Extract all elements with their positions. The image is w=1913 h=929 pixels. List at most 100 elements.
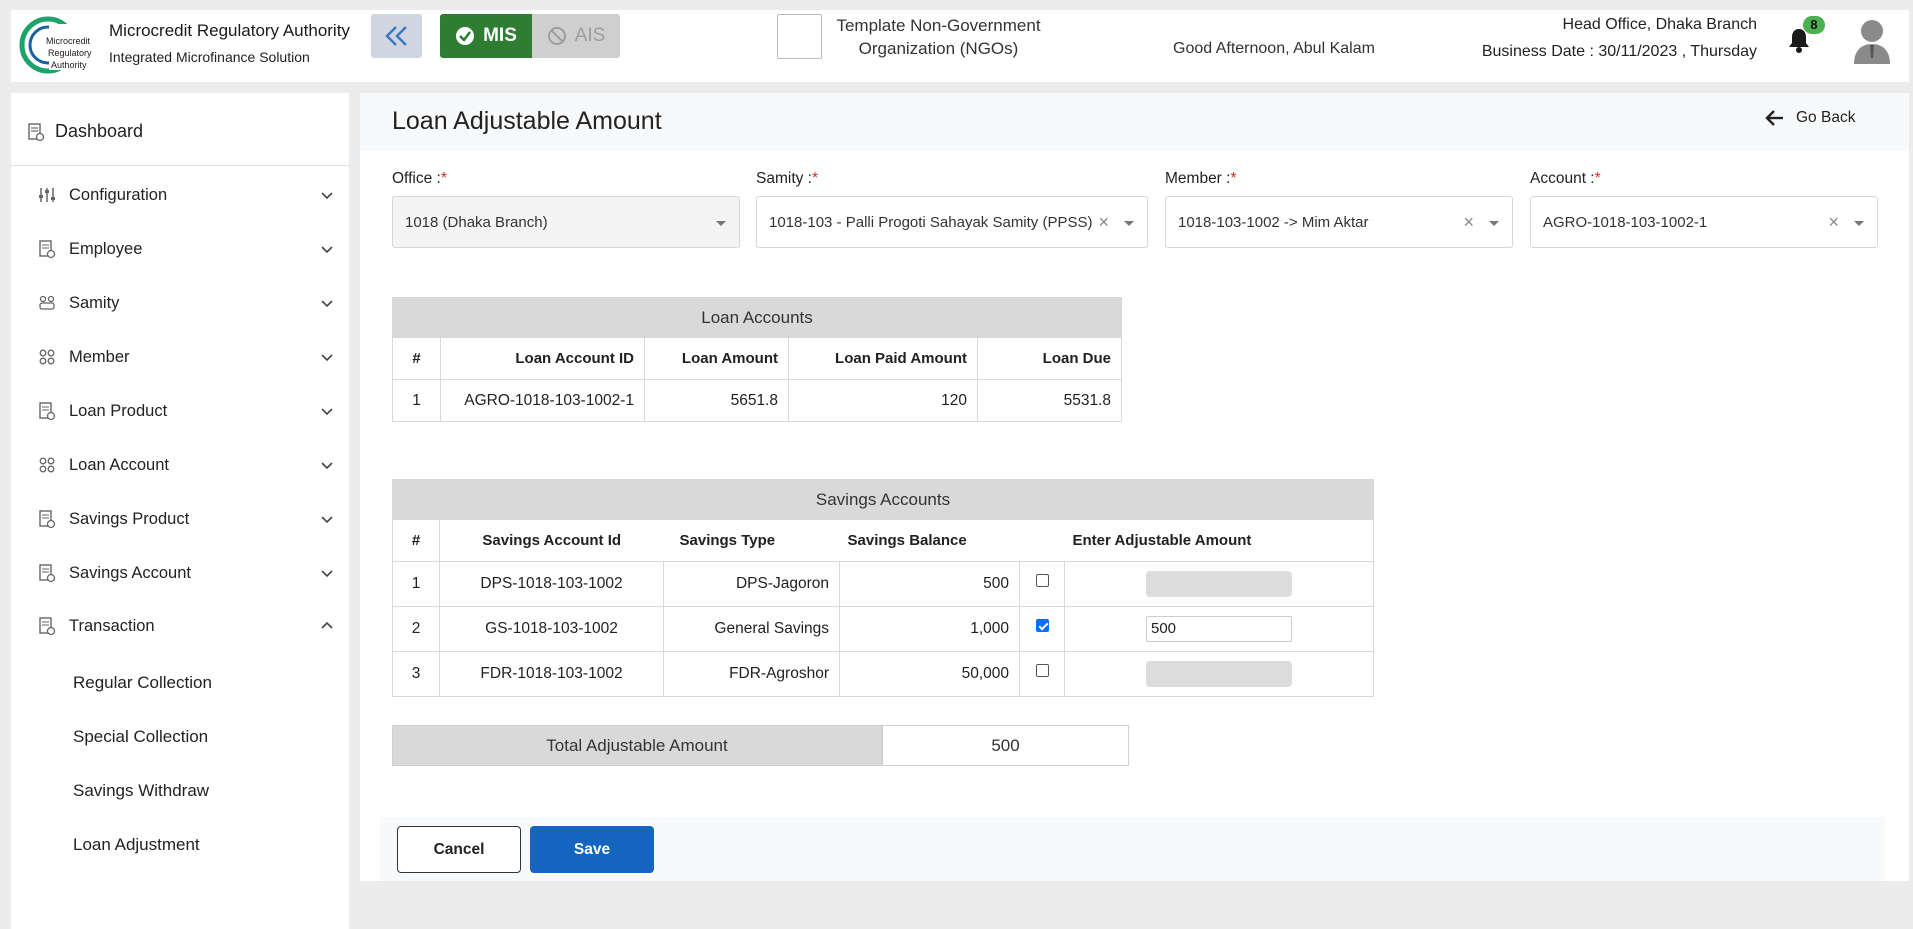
double-chevron-left-icon (384, 26, 407, 46)
sidebar-item-member[interactable]: Member (37, 342, 335, 372)
member-select[interactable]: 1018-103-1002 -> Mim Aktar × (1165, 196, 1513, 248)
sidebar-item-label: Savings Account (69, 563, 191, 582)
table-cell (1019, 561, 1065, 607)
ban-icon (547, 27, 566, 45)
sidebar-item-label: Transaction (69, 616, 155, 635)
samity-select[interactable]: 1018-103 - Palli Progoti Sahayak Samity … (756, 196, 1148, 248)
table-cell: 50,000 (839, 651, 1020, 697)
sidebar-item-samity[interactable]: Samity (37, 288, 335, 318)
collapse-sidebar-button[interactable] (371, 14, 422, 58)
row-checkbox[interactable] (1035, 664, 1049, 678)
sidebar-subitem-loan-adjustment[interactable]: Loan Adjustment (73, 835, 200, 855)
row-checkbox[interactable] (1035, 619, 1049, 633)
samity-value: 1018-103 - Palli Progoti Sahayak Samity … (769, 213, 1093, 231)
sliders-icon (39, 188, 55, 202)
sidebar-item-loan-product[interactable]: Loan Product (37, 396, 335, 426)
document-icon (39, 510, 56, 529)
table-cell: FDR-1018-103-1002 (439, 651, 664, 697)
table-cell: 1 (392, 379, 441, 422)
table-cell: DPS-Jagoron (663, 561, 840, 607)
adjustable-amount-input[interactable] (1146, 571, 1292, 597)
go-back-label: Go Back (1796, 109, 1856, 126)
table-cell: 5651.8 (644, 379, 789, 422)
dashboard-label: Dashboard (55, 121, 144, 141)
sidebar-subitem-special-collection[interactable]: Special Collection (73, 727, 208, 747)
table-row: 1 DPS-1018-103-1002 DPS-Jagoron 500 (392, 561, 1374, 607)
adjustable-amount-input[interactable]: 500 (1146, 616, 1292, 642)
column-header: Savings Type (663, 519, 840, 562)
table-cell: General Savings (663, 606, 840, 652)
caret-down-icon (1489, 221, 1499, 226)
sidebar-item-dashboard[interactable]: Dashboard (27, 121, 143, 142)
clear-icon[interactable]: × (1098, 212, 1109, 233)
sidebar-item-configuration[interactable]: Configuration (37, 180, 335, 210)
account-select[interactable]: AGRO-1018-103-1002-1 × (1530, 196, 1878, 248)
brand-title: Microcredit Regulatory Authority (109, 21, 350, 40)
caret-down-icon (1854, 221, 1864, 226)
total-adjustable-label: Total Adjustable Amount (392, 725, 882, 766)
chevron-down-icon (321, 570, 333, 578)
table-cell (1019, 651, 1065, 697)
sidebar-subitem-savings-withdraw[interactable]: Savings Withdraw (73, 781, 209, 801)
table-cell: 1,000 (839, 606, 1020, 652)
mis-label: MIS (483, 25, 517, 46)
ais-button[interactable]: AIS (532, 14, 620, 58)
total-adjustable-row: Total Adjustable Amount 500 (392, 725, 1129, 766)
account-value: AGRO-1018-103-1002-1 (1543, 213, 1708, 231)
mra-logo: Microcredit Regulatory Authority (19, 16, 92, 74)
clear-icon[interactable]: × (1828, 212, 1839, 233)
sidebar-item-savings-account[interactable]: Savings Account (37, 558, 335, 588)
sidebar-item-loan-account[interactable]: Loan Account (37, 450, 335, 480)
brand-subtitle: Integrated Microfinance Solution (109, 49, 310, 65)
users-icon (39, 349, 55, 365)
total-adjustable-value: 500 (882, 725, 1129, 766)
sidebar-item-label: Configuration (69, 185, 168, 204)
sidebar-subitem-regular-collection[interactable]: Regular Collection (73, 673, 212, 693)
office-select[interactable]: 1018 (Dhaka Branch) (392, 196, 740, 248)
member-value: 1018-103-1002 -> Mim Aktar (1178, 213, 1369, 231)
sidebar-item-label: Employee (69, 239, 143, 258)
savings-accounts-table: Savings Accounts # Savings Account Id Sa… (392, 479, 1374, 697)
mis-button[interactable]: MIS (440, 14, 532, 58)
greeting-text: Good Afternoon, Abul Kalam (1173, 40, 1375, 57)
table-cell (1019, 606, 1065, 652)
user-avatar-icon[interactable] (1852, 18, 1892, 64)
sidebar-item-savings-product[interactable]: Savings Product (37, 504, 335, 534)
table-row: 2 GS-1018-103-1002 General Savings 1,000… (392, 606, 1374, 652)
svg-text:Microcredit: Microcredit (46, 36, 91, 46)
table-cell (1064, 651, 1374, 697)
chevron-down-icon (321, 516, 333, 524)
column-header: Savings Account Id (439, 519, 664, 562)
save-button[interactable]: Save (530, 826, 654, 873)
row-checkbox[interactable] (1035, 574, 1049, 588)
office-name: Head Office, Dhaka Branch (1562, 16, 1757, 33)
table-row: 3 FDR-1018-103-1002 FDR-Agroshor 50,000 (392, 651, 1374, 697)
sidebar-item-transaction[interactable]: Transaction (37, 611, 335, 641)
table-cell: 500 (839, 561, 1020, 607)
document-icon (39, 402, 56, 421)
cancel-button[interactable]: Cancel (397, 826, 521, 873)
table-cell: 3 (392, 651, 440, 697)
member-label: Member :* (1165, 170, 1237, 187)
office-label: Office :* (392, 170, 447, 187)
table-cell: AGRO-1018-103-1002-1 (440, 379, 645, 422)
table-cell: GS-1018-103-1002 (439, 606, 664, 652)
sidebar-item-label: Loan Product (69, 401, 168, 420)
divider (11, 165, 349, 166)
document-icon (39, 564, 56, 583)
sidebar-item-employee[interactable]: Employee (37, 234, 335, 264)
table-cell: 2 (392, 606, 440, 652)
document-icon (39, 617, 56, 636)
chevron-down-icon (321, 408, 333, 416)
sidebar-item-label: Savings Product (69, 509, 190, 528)
go-back-button[interactable]: Go Back (1764, 109, 1855, 127)
account-label: Account :* (1530, 170, 1601, 187)
sidebar: Dashboard Configuration Employee Samity … (11, 93, 349, 929)
chevron-down-icon (321, 192, 333, 200)
clear-icon[interactable]: × (1463, 212, 1474, 233)
column-header: Enter Adjustable Amount (1064, 519, 1374, 562)
adjustable-amount-input[interactable] (1146, 661, 1292, 687)
org-name: Template Non-Government Organization (NG… (836, 16, 1041, 58)
chevron-down-icon (321, 246, 333, 254)
group-icon (39, 295, 55, 310)
